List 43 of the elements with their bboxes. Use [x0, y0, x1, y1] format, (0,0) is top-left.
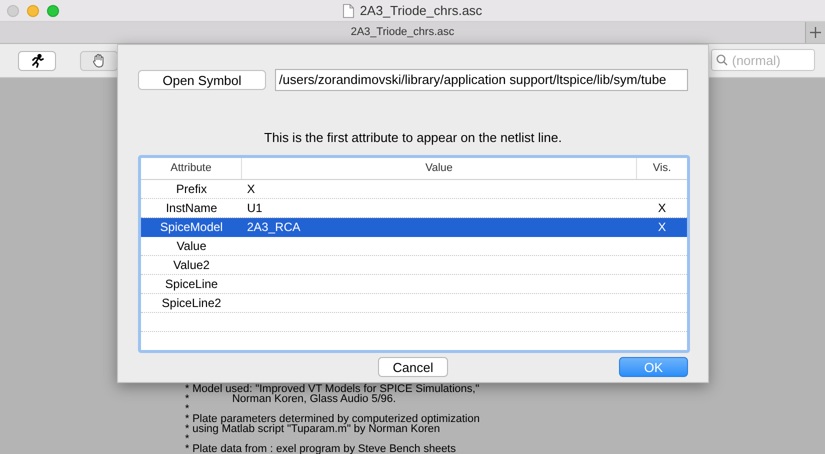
hint-text: This is the first attribute to appear on the netlist line. — [263, 129, 563, 147]
comment-line: * — [185, 404, 190, 414]
comment-line: * using Matlab script "Tuparam.m" by Norman Koren — [185, 424, 440, 434]
table-row[interactable]: SpiceLine — [141, 274, 687, 294]
plus-icon — [810, 27, 821, 38]
table-row[interactable]: Prefix X — [141, 180, 687, 198]
run-button[interactable] — [18, 50, 56, 70]
attribute-name: Value — [176, 238, 206, 254]
search-field[interactable]: (normal) — [711, 49, 815, 71]
attribute-name: Value2 — [173, 256, 210, 274]
comment-line: * — [185, 434, 190, 444]
open-symbol-button[interactable]: Open Symbol — [138, 70, 266, 90]
attribute-value: X — [247, 182, 256, 196]
window-title: 2A3_Triode_chrs.asc — [360, 2, 482, 20]
comment-line: * Plate parameters determined by computerized optimization — [185, 414, 480, 424]
table-row[interactable]: SpiceLine2 — [141, 294, 687, 312]
attribute-name: SpiceModel — [160, 218, 223, 236]
new-tab-button[interactable] — [805, 22, 825, 43]
attribute-name: Prefix — [176, 180, 207, 198]
attribute-value: 2A3_RCA — [247, 220, 300, 234]
attribute-name: SpiceLine2 — [162, 294, 222, 312]
comment-line: * Plate data from : exel program by Steve Bench sheets — [185, 444, 456, 454]
hand-icon — [92, 53, 106, 68]
search-icon — [716, 54, 728, 66]
column-header[interactable]: Value — [242, 158, 637, 178]
column-header[interactable]: Attribute — [141, 158, 242, 178]
document-icon — [342, 4, 354, 18]
zoom-button[interactable] — [47, 4, 59, 16]
table-row[interactable]: Value — [141, 236, 687, 256]
comment-line: * Model used: "Improved VT Models for SPICE Simulations," — [185, 384, 480, 394]
table-row[interactable]: SpiceModel 2A3_RCA X — [141, 218, 687, 236]
attribute-name: InstName — [166, 200, 218, 216]
running-figure-icon — [30, 54, 44, 68]
comment-line: * Norman Koren, Glass Audio 5/96. — [185, 394, 396, 404]
visible-mark: X — [658, 200, 666, 216]
attribute-name: SpiceLine — [165, 276, 218, 292]
pan-button[interactable] — [80, 50, 118, 70]
column-header[interactable]: Vis. — [637, 158, 687, 178]
visible-mark: X — [658, 218, 666, 236]
table-row[interactable]: Value2 — [141, 256, 687, 274]
attribute-value: U1 — [247, 200, 262, 214]
cancel-button[interactable]: Cancel — [378, 356, 448, 376]
symbol-path-field[interactable]: /users/zorandimovski/library/application support/ltspice/lib/sym/tube — [275, 69, 688, 91]
